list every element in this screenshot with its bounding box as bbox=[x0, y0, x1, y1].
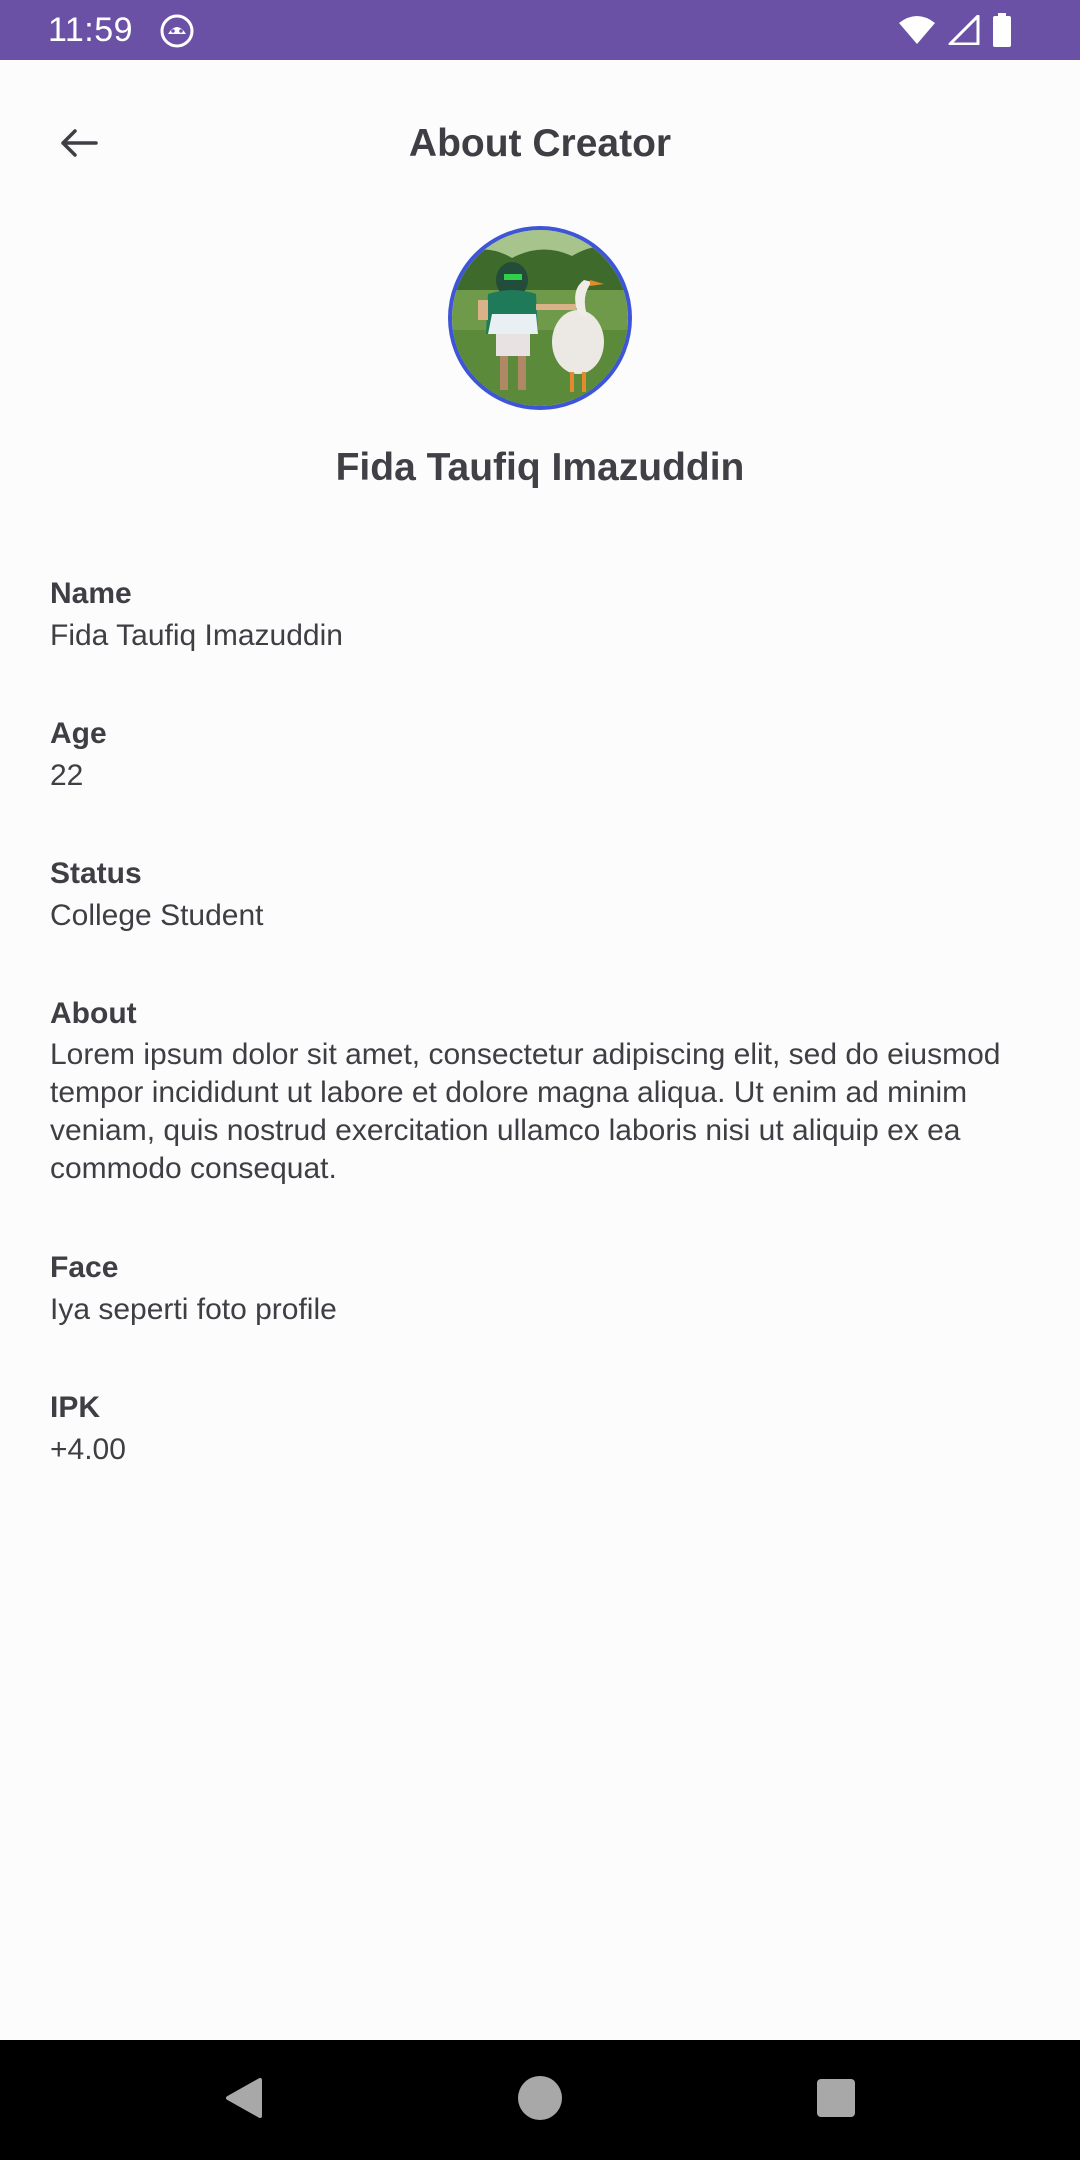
info-ipk: IPK +4.00 bbox=[50, 1386, 1030, 1470]
avatar bbox=[448, 226, 632, 410]
status-icons bbox=[898, 12, 1012, 48]
info-label: Name bbox=[50, 577, 132, 610]
info-face: Face Iya seperti foto profile bbox=[50, 1246, 1030, 1330]
info-age: Age 22 bbox=[50, 712, 1030, 796]
info-status: Status College Student bbox=[50, 852, 1030, 936]
info-label: Age bbox=[50, 717, 107, 750]
info-label: Face bbox=[50, 1251, 119, 1284]
info-value: Fida Taufiq Imazuddin bbox=[50, 619, 343, 652]
navigation-bar bbox=[0, 2040, 1080, 2160]
info-value: College Student bbox=[50, 899, 264, 932]
info-label: Status bbox=[50, 857, 142, 890]
signal-icon bbox=[948, 15, 980, 45]
back-triangle-icon bbox=[222, 2076, 266, 2125]
info-value: +4.00 bbox=[50, 1433, 126, 1466]
info-name: Name Fida Taufiq Imazuddin bbox=[50, 572, 1030, 656]
home-circle-icon bbox=[517, 2075, 563, 2126]
info-label: IPK bbox=[50, 1391, 101, 1424]
info-value: Iya seperti foto profile bbox=[50, 1293, 337, 1326]
info-value: Lorem ipsum dolor sit amet, consectetur … bbox=[50, 1038, 1001, 1185]
info-label: About bbox=[50, 997, 137, 1030]
status-time: 11:59 bbox=[48, 11, 134, 49]
nav-recents-button[interactable] bbox=[800, 2064, 872, 2136]
wifi-icon bbox=[898, 15, 936, 45]
info-about: About Lorem ipsum dolor sit amet, consec… bbox=[50, 992, 1030, 1188]
page-title: About Creator bbox=[408, 122, 672, 165]
status-bar: 11:59 bbox=[0, 0, 1080, 60]
android-face-icon bbox=[160, 14, 194, 48]
battery-icon bbox=[992, 13, 1012, 47]
app-bar: About Creator bbox=[0, 60, 1080, 228]
recents-square-icon bbox=[816, 2078, 856, 2123]
nav-back-button[interactable] bbox=[208, 2064, 280, 2136]
profile-name: Fida Taufiq Imazuddin bbox=[335, 446, 745, 489]
info-value: 22 bbox=[50, 759, 84, 792]
nav-home-button[interactable] bbox=[504, 2064, 576, 2136]
